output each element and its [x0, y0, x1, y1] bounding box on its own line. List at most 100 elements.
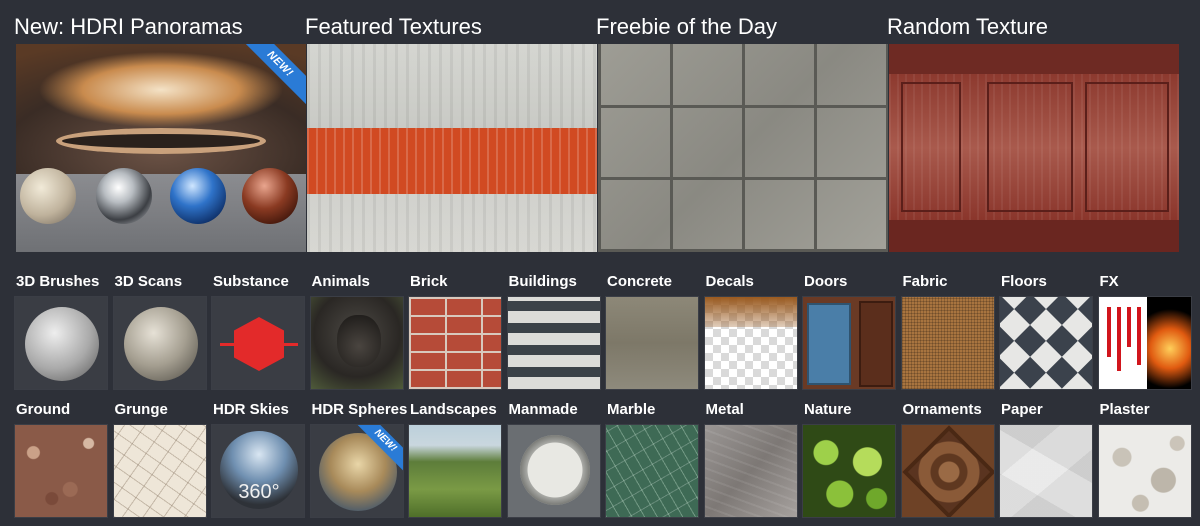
door-panel — [1085, 82, 1169, 212]
category-metal[interactable]: Metal — [703, 398, 798, 526]
category-label: Decals — [705, 273, 754, 290]
random-texture-image[interactable] — [889, 44, 1179, 252]
category-thumbnail[interactable] — [408, 296, 502, 390]
category-thumbnail[interactable] — [605, 296, 699, 390]
category-label: Ground — [16, 401, 71, 418]
category-thumbnail[interactable] — [309, 296, 404, 390]
category-thumbnail[interactable] — [112, 296, 207, 390]
category-label: Doors — [804, 273, 848, 290]
category-fabric[interactable]: Fabric — [900, 270, 995, 398]
category-floors[interactable]: Floors — [999, 270, 1093, 398]
category-thumbnail[interactable] — [14, 296, 108, 390]
plaster-texture — [1098, 425, 1191, 517]
category-nature[interactable]: Nature — [802, 398, 896, 526]
feature-featured-textures: Featured Textures — [305, 0, 597, 252]
category-thumbnail[interactable] — [703, 424, 798, 518]
category-thumbnail[interactable] — [999, 296, 1093, 390]
category-thumbnail[interactable] — [112, 424, 207, 518]
rust-decal-texture — [704, 297, 797, 389]
category-label: Landscapes — [410, 401, 497, 418]
building-facade-texture — [507, 297, 600, 389]
category-animals[interactable]: Animals — [309, 270, 404, 398]
category-thumbnail[interactable] — [506, 296, 601, 390]
category-grid: 3D Brushes 3D Scans Substance Animals Br… — [14, 270, 1200, 526]
feature-freebie-of-the-day: Freebie of the Day — [596, 0, 888, 252]
category-3d-scans[interactable]: 3D Scans — [112, 270, 207, 398]
category-decals[interactable]: Decals — [703, 270, 798, 398]
scan-sphere-icon — [113, 297, 206, 389]
orange-stripe — [307, 128, 597, 194]
category-hdr-skies[interactable]: HDR Skies 360° — [211, 398, 305, 526]
freebie-texture-image[interactable] — [598, 44, 888, 252]
category-hdr-spheres[interactable]: HDR Spheres NEW! — [309, 398, 407, 526]
sphere-matte — [20, 168, 76, 224]
rust-drip — [704, 297, 797, 327]
fx-texture — [1098, 297, 1191, 389]
category-thumbnail[interactable] — [211, 296, 305, 390]
door-top-band — [889, 44, 1179, 74]
carved-ornament-texture — [901, 425, 994, 517]
category-manmade[interactable]: Manmade — [506, 398, 601, 526]
category-buildings[interactable]: Buildings — [506, 270, 601, 398]
sphere-chrome — [96, 168, 152, 224]
category-thumbnail[interactable] — [802, 296, 896, 390]
burlap-texture — [901, 297, 994, 389]
category-substance[interactable]: Substance — [211, 270, 305, 398]
category-label: Fabric — [902, 273, 948, 290]
blood-drip — [1136, 307, 1141, 365]
feature-title: New: HDRI Panoramas — [14, 14, 243, 39]
category-thumbnail[interactable] — [900, 296, 995, 390]
category-fx[interactable]: FX — [1097, 270, 1192, 398]
category-thumbnail[interactable] — [408, 424, 502, 518]
category-label: Plaster — [1099, 401, 1150, 418]
category-thumbnail[interactable]: NEW! — [309, 424, 404, 518]
category-doors[interactable]: Doors — [802, 270, 896, 398]
sphere-copper — [242, 168, 298, 224]
category-label: HDR Skies — [213, 401, 289, 418]
category-marble[interactable]: Marble — [605, 398, 699, 526]
category-label: Marble — [607, 401, 656, 418]
category-plaster[interactable]: Plaster — [1097, 398, 1192, 526]
category-thumbnail[interactable] — [1097, 424, 1192, 518]
substance-logo-icon — [212, 297, 304, 389]
category-thumbnail[interactable] — [14, 424, 108, 518]
feature-title: Random Texture — [887, 14, 1049, 39]
category-label: Floors — [1001, 273, 1047, 290]
fire-icon — [1146, 297, 1191, 389]
doors-texture — [803, 297, 895, 389]
brick-texture — [409, 297, 501, 389]
ground-texture — [15, 425, 107, 517]
checker-floor-texture — [1000, 297, 1092, 389]
door-panel — [901, 82, 961, 212]
category-thumbnail[interactable] — [1097, 296, 1192, 390]
wood-door — [859, 301, 893, 387]
category-thumbnail[interactable] — [703, 296, 798, 390]
category-thumbnail[interactable] — [605, 424, 699, 518]
category-landscapes[interactable]: Landscapes — [408, 398, 502, 526]
hdri-panorama-image[interactable]: NEW! — [16, 44, 306, 252]
featured-texture-image[interactable] — [307, 44, 597, 252]
degree-label: 360° — [238, 481, 280, 503]
category-ground[interactable]: Ground — [14, 398, 108, 526]
category-thumbnail[interactable] — [999, 424, 1093, 518]
featured-row: New: HDRI Panoramas NEW! Featured Textur… — [14, 0, 1200, 252]
scan-ball — [123, 307, 198, 381]
cracked-grunge-texture — [113, 425, 206, 517]
category-concrete[interactable]: Concrete — [605, 270, 699, 398]
crumpled-paper-texture — [1000, 425, 1092, 517]
category-thumbnail[interactable] — [900, 424, 995, 518]
category-paper[interactable]: Paper — [999, 398, 1093, 526]
category-3d-brushes[interactable]: 3D Brushes — [14, 270, 108, 398]
blue-door — [807, 303, 851, 385]
brush-sphere-icon — [15, 297, 107, 389]
category-thumbnail[interactable]: 360° — [211, 424, 305, 518]
category-grunge[interactable]: Grunge — [112, 398, 207, 526]
category-brick[interactable]: Brick — [408, 270, 502, 398]
category-thumbnail[interactable] — [506, 424, 601, 518]
concrete-texture — [606, 297, 698, 389]
gorilla-photo — [310, 297, 403, 389]
category-ornaments[interactable]: Ornaments — [900, 398, 995, 526]
feature-title: Freebie of the Day — [596, 14, 777, 39]
category-label: Ornaments — [902, 401, 982, 418]
category-thumbnail[interactable] — [802, 424, 896, 518]
